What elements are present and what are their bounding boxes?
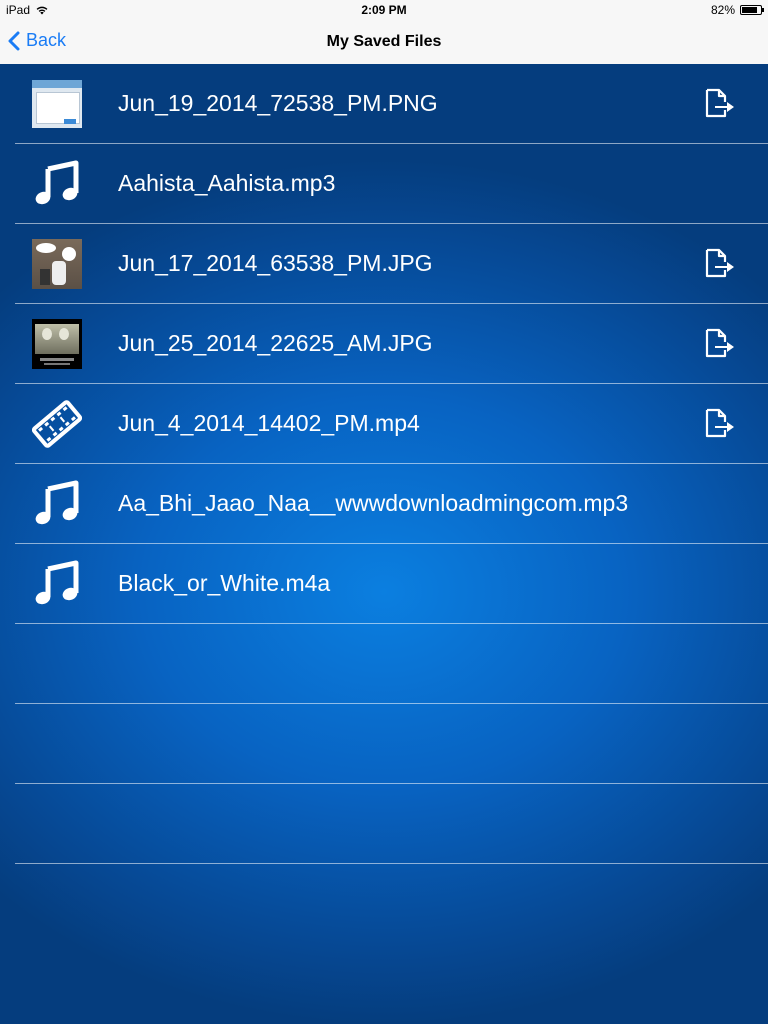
- empty-row: [15, 704, 768, 784]
- file-row[interactable]: Jun_4_2014_14402_PM.mp4: [15, 384, 768, 464]
- file-name: Black_or_White.m4a: [118, 570, 331, 596]
- status-bar: iPad 2:09 PM 82%: [0, 0, 768, 20]
- file-row[interactable]: Jun_25_2014_22625_AM.JPG: [15, 304, 768, 384]
- export-icon[interactable]: [703, 408, 735, 440]
- file-list-background: Jun_19_2014_72538_PM.PNG Aahista_Aahista…: [0, 64, 768, 1024]
- file-name: Jun_4_2014_14402_PM.mp4: [118, 410, 420, 436]
- battery-fill: [742, 7, 757, 13]
- battery-percent: 82%: [710, 3, 735, 17]
- file-row[interactable]: Black_or_White.m4a: [15, 544, 768, 624]
- status-right: 82%: [710, 3, 764, 17]
- page-title: My Saved Files: [326, 33, 442, 50]
- file-name: Aa_Bhi_Jaao_Naa__wwwdownloadmingcom.mp3: [118, 490, 629, 516]
- file-name: Jun_17_2014_63538_PM.JPG: [118, 250, 433, 276]
- export-icon[interactable]: [703, 88, 735, 120]
- file-name: Jun_25_2014_22625_AM.JPG: [118, 330, 433, 356]
- file-list: Jun_19_2014_72538_PM.PNG Aahista_Aahista…: [0, 64, 768, 864]
- image-thumbnail: [32, 79, 82, 129]
- file-row[interactable]: Aa_Bhi_Jaao_Naa__wwwdownloadmingcom.mp3: [15, 464, 768, 544]
- image-thumbnail: [32, 239, 82, 289]
- empty-row: [15, 784, 768, 864]
- file-name: Aahista_Aahista.mp3: [118, 170, 336, 196]
- music-note-icon: [32, 479, 82, 529]
- music-note-icon: [32, 159, 82, 209]
- file-name: Jun_19_2014_72538_PM.PNG: [118, 90, 438, 116]
- navigation-bar: Back My Saved Files: [0, 20, 768, 65]
- export-icon[interactable]: [703, 328, 735, 360]
- image-thumbnail: [32, 319, 82, 369]
- status-time: 2:09 PM: [361, 3, 407, 17]
- empty-row: [15, 624, 768, 704]
- export-icon[interactable]: [703, 248, 735, 280]
- film-strip-icon: [32, 399, 82, 449]
- file-row[interactable]: Jun_19_2014_72538_PM.PNG: [15, 64, 768, 144]
- file-row[interactable]: Jun_17_2014_63538_PM.JPG: [15, 224, 768, 304]
- battery-icon: [740, 5, 764, 15]
- music-note-icon: [32, 559, 82, 609]
- file-row[interactable]: Aahista_Aahista.mp3: [15, 144, 768, 224]
